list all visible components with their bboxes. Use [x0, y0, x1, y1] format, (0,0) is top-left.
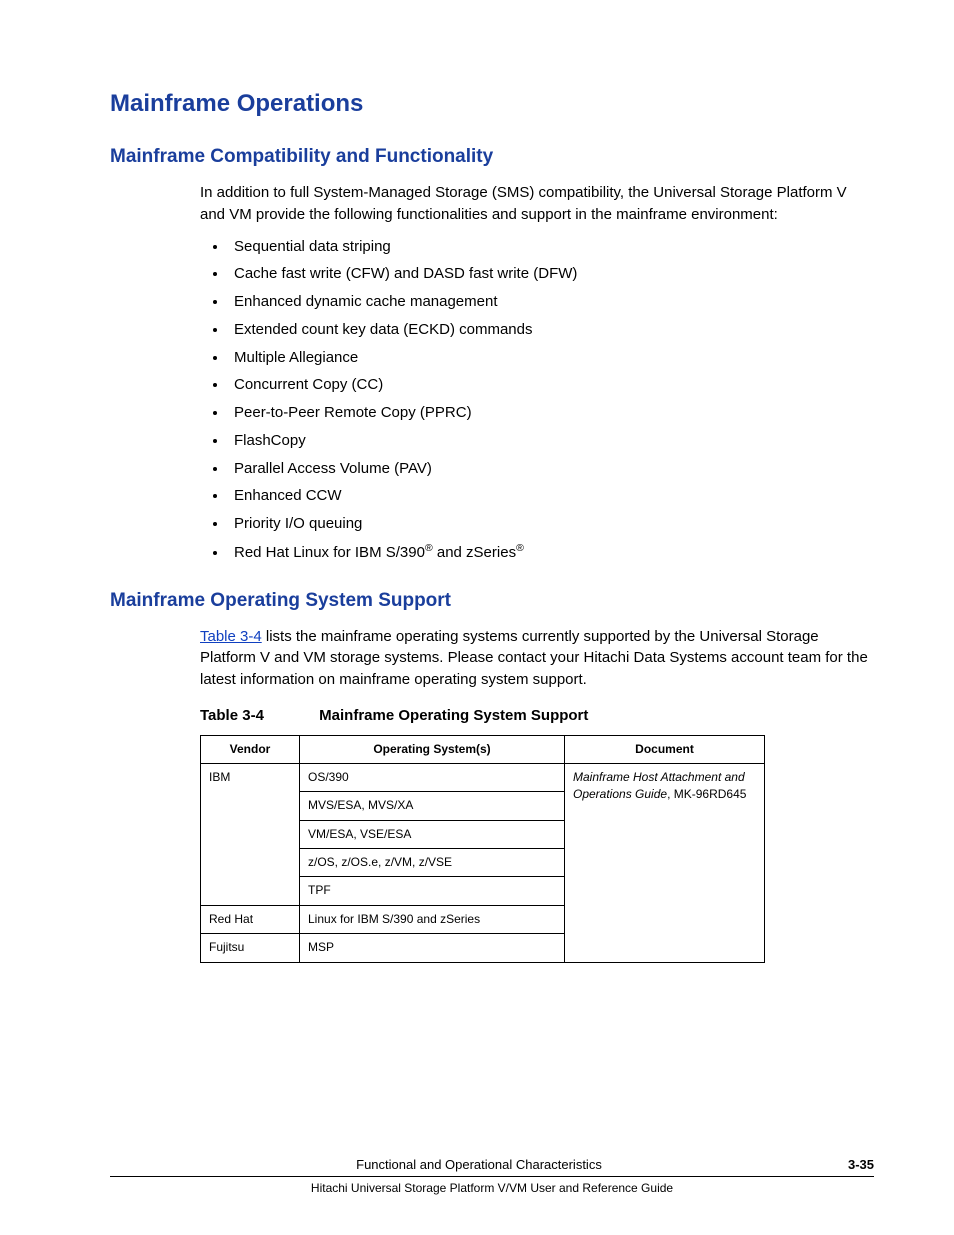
cell-os: TPF: [300, 877, 565, 905]
footer-page-number: 3-35: [848, 1157, 874, 1172]
footer-book-title: Hitachi Universal Storage Platform V/VM …: [110, 1181, 874, 1195]
table-header-row: Vendor Operating System(s) Document: [201, 735, 765, 763]
list-item: Red Hat Linux for IBM S/390® and zSeries…: [228, 541, 874, 564]
page-title: Mainframe Operations: [110, 90, 874, 118]
os-support-paragraph: Table 3-4 lists the mainframe operating …: [200, 626, 874, 691]
table-title: Mainframe Operating System Support: [319, 707, 588, 724]
cell-os: OS/390: [300, 763, 565, 791]
table-row: IBM OS/390 Mainframe Host Attachment and…: [201, 763, 765, 791]
list-item: Peer-to-Peer Remote Copy (PPRC): [228, 402, 874, 424]
footer-chapter: Functional and Operational Characteristi…: [110, 1157, 848, 1172]
os-support-table: Vendor Operating System(s) Document IBM …: [200, 735, 765, 963]
cell-vendor: Red Hat: [201, 905, 300, 933]
page-footer: Functional and Operational Characteristi…: [110, 1157, 874, 1195]
section-heading-os-support: Mainframe Operating System Support: [110, 590, 874, 612]
cell-document: Mainframe Host Attachment and Operations…: [565, 763, 765, 962]
list-item: Multiple Allegiance: [228, 347, 874, 369]
col-header-document: Document: [565, 735, 765, 763]
list-item: Sequential data striping: [228, 236, 874, 258]
doc-id: , MK-96RD645: [667, 787, 746, 801]
col-header-os: Operating System(s): [300, 735, 565, 763]
cell-os: Linux for IBM S/390 and zSeries: [300, 905, 565, 933]
intro-paragraph: In addition to full System-Managed Stora…: [200, 182, 874, 226]
table-number: Table 3-4: [200, 705, 315, 727]
list-item: Priority I/O queuing: [228, 513, 874, 535]
cell-vendor: IBM: [201, 763, 300, 905]
paragraph-text: lists the mainframe operating systems cu…: [200, 628, 868, 689]
table-caption: Table 3-4 Mainframe Operating System Sup…: [200, 705, 874, 727]
registered-icon: ®: [425, 542, 433, 554]
list-item: Parallel Access Volume (PAV): [228, 458, 874, 480]
feature-list: Sequential data striping Cache fast writ…: [200, 236, 874, 564]
list-item: FlashCopy: [228, 430, 874, 452]
cell-os: MSP: [300, 934, 565, 962]
cell-os: MVS/ESA, MVS/XA: [300, 792, 565, 820]
list-item: Concurrent Copy (CC): [228, 374, 874, 396]
cell-os: VM/ESA, VSE/ESA: [300, 820, 565, 848]
table-reference-link[interactable]: Table 3-4: [200, 628, 262, 645]
list-item-text: Red Hat Linux for IBM S/390: [234, 544, 425, 561]
col-header-vendor: Vendor: [201, 735, 300, 763]
registered-icon: ®: [516, 542, 524, 554]
list-item: Extended count key data (ECKD) commands: [228, 319, 874, 341]
list-item: Enhanced CCW: [228, 485, 874, 507]
cell-vendor: Fujitsu: [201, 934, 300, 962]
cell-os: z/OS, z/OS.e, z/VM, z/VSE: [300, 849, 565, 877]
list-item: Cache fast write (CFW) and DASD fast wri…: [228, 263, 874, 285]
section-heading-compatibility: Mainframe Compatibility and Functionalit…: [110, 146, 874, 168]
list-item: Enhanced dynamic cache management: [228, 291, 874, 313]
list-item-text: and zSeries: [433, 544, 516, 561]
